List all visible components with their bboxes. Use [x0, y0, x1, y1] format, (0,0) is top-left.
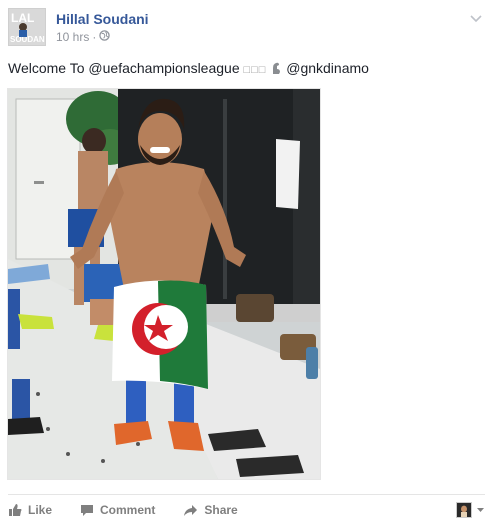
meta-separator: · — [92, 30, 97, 44]
comment-label: Comment — [100, 503, 156, 517]
like-button[interactable]: Like — [8, 503, 52, 517]
author-name[interactable]: Hillal Soudani — [56, 11, 149, 27]
post-as-selector[interactable] — [456, 501, 485, 519]
post-actions: Like Comment Share — [8, 500, 485, 520]
post-timestamp[interactable]: 10 hrs — [56, 30, 89, 44]
like-label: Like — [28, 503, 53, 517]
post-photo[interactable] — [7, 88, 321, 480]
mention-uefachampionsleague[interactable]: @uefachampionsleague — [88, 60, 239, 76]
share-label: Share — [204, 503, 238, 517]
post-meta: 10 hrs · — [56, 30, 111, 44]
author-avatar[interactable]: LAL SOUDANI — [8, 8, 46, 46]
globe-icon[interactable] — [99, 30, 111, 44]
comment-button[interactable]: Comment — [80, 503, 155, 517]
post-header: LAL SOUDANI Hillal Soudani 10 hrs · — [8, 8, 485, 48]
svg-text:SOUDANI: SOUDANI — [10, 35, 45, 44]
thumbs-up-icon — [8, 503, 22, 517]
unrendered-glyphs: □□□ — [243, 64, 267, 76]
user-mini-avatar — [456, 502, 472, 518]
actions-divider — [8, 494, 485, 495]
mention-gnkdinamo[interactable]: @gnkdinamo — [286, 60, 369, 76]
share-button[interactable]: Share — [183, 503, 238, 517]
comment-bubble-icon — [80, 504, 94, 517]
svg-text:LAL: LAL — [11, 11, 34, 25]
flexed-bicep-emoji-icon — [270, 60, 286, 76]
caret-down-icon — [476, 501, 485, 519]
post-text: Welcome To @uefachampionsleague □□□ @gnk… — [8, 60, 369, 76]
share-arrow-icon — [183, 504, 198, 517]
post-text-prefix: Welcome To — [8, 60, 85, 76]
post-options-chevron-icon[interactable] — [469, 12, 483, 26]
